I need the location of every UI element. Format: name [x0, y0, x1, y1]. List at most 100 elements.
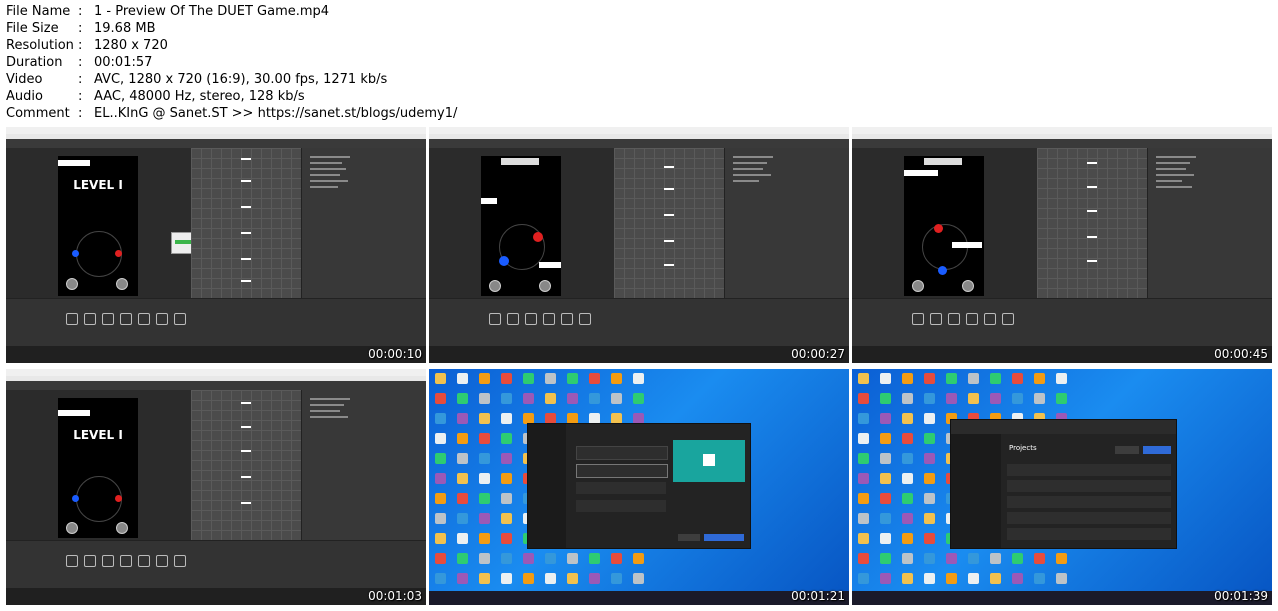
desktop-shortcut-icon[interactable]	[435, 413, 446, 424]
asset-icon[interactable]	[66, 313, 78, 325]
asset-icon[interactable]	[579, 313, 591, 325]
desktop-shortcut-icon[interactable]	[457, 573, 468, 584]
desktop-shortcut-icon[interactable]	[902, 553, 913, 564]
desktop-shortcut-icon[interactable]	[567, 373, 578, 384]
desktop-shortcut-icon[interactable]	[924, 513, 935, 524]
desktop-shortcut-icon[interactable]	[457, 553, 468, 564]
desktop-shortcut-icon[interactable]	[479, 473, 490, 484]
desktop-shortcut-icon[interactable]	[457, 473, 468, 484]
desktop-shortcut-icon[interactable]	[457, 373, 468, 384]
hierarchy-item[interactable]	[733, 168, 763, 170]
project-row[interactable]	[1007, 528, 1171, 540]
asset-icon[interactable]	[156, 313, 168, 325]
desktop-shortcut-icon[interactable]	[924, 493, 935, 504]
desktop-shortcut-icon[interactable]	[924, 573, 935, 584]
desktop-shortcut-icon[interactable]	[858, 453, 869, 464]
hierarchy-item[interactable]	[1156, 186, 1192, 188]
desktop-shortcut-icon[interactable]	[611, 373, 622, 384]
desktop-shortcut-icon[interactable]	[523, 393, 534, 404]
desktop-shortcut-icon[interactable]	[589, 393, 600, 404]
desktop-shortcut-icon[interactable]	[858, 553, 869, 564]
desktop-shortcut-icon[interactable]	[523, 573, 534, 584]
desktop-shortcut-icon[interactable]	[501, 533, 512, 544]
desktop-shortcut-icon[interactable]	[545, 373, 556, 384]
desktop-shortcut-icon[interactable]	[501, 553, 512, 564]
desktop-shortcut-icon[interactable]	[567, 553, 578, 564]
desktop-shortcut-icon[interactable]	[946, 393, 957, 404]
hierarchy-item[interactable]	[733, 162, 767, 164]
desktop-shortcut-icon[interactable]	[1056, 553, 1067, 564]
desktop-shortcut-icon[interactable]	[501, 573, 512, 584]
asset-icon[interactable]	[543, 313, 555, 325]
desktop-shortcut-icon[interactable]	[457, 533, 468, 544]
template-item[interactable]	[576, 500, 666, 512]
desktop-shortcut-icon[interactable]	[880, 453, 891, 464]
hierarchy-item[interactable]	[733, 156, 773, 158]
hierarchy-item[interactable]	[733, 174, 771, 176]
desktop-shortcut-icon[interactable]	[545, 553, 556, 564]
desktop-shortcut-icon[interactable]	[858, 413, 869, 424]
asset-icon[interactable]	[948, 313, 960, 325]
desktop-shortcut-icon[interactable]	[479, 533, 490, 544]
asset-icon[interactable]	[174, 555, 186, 567]
desktop-shortcut-icon[interactable]	[880, 413, 891, 424]
desktop-shortcut-icon[interactable]	[523, 373, 534, 384]
desktop-shortcut-icon[interactable]	[501, 493, 512, 504]
desktop-shortcut-icon[interactable]	[990, 553, 1001, 564]
desktop-shortcut-icon[interactable]	[633, 373, 644, 384]
asset-icon[interactable]	[1002, 313, 1014, 325]
desktop-shortcut-icon[interactable]	[479, 553, 490, 564]
desktop-shortcut-icon[interactable]	[435, 513, 446, 524]
right-control-icon[interactable]	[962, 280, 974, 292]
desktop-shortcut-icon[interactable]	[902, 453, 913, 464]
asset-icon[interactable]	[525, 313, 537, 325]
asset-icon[interactable]	[930, 313, 942, 325]
desktop-shortcut-icon[interactable]	[858, 393, 869, 404]
hierarchy-item[interactable]	[310, 162, 342, 164]
desktop-shortcut-icon[interactable]	[880, 373, 891, 384]
desktop-shortcut-icon[interactable]	[435, 433, 446, 444]
desktop-shortcut-icon[interactable]	[902, 573, 913, 584]
desktop-shortcut-icon[interactable]	[611, 573, 622, 584]
desktop-shortcut-icon[interactable]	[457, 513, 468, 524]
project-row[interactable]	[1007, 512, 1171, 524]
desktop-shortcut-icon[interactable]	[990, 373, 1001, 384]
desktop-shortcut-icon[interactable]	[1012, 573, 1023, 584]
desktop-shortcut-icon[interactable]	[924, 373, 935, 384]
desktop-shortcut-icon[interactable]	[435, 393, 446, 404]
desktop-shortcut-icon[interactable]	[902, 413, 913, 424]
desktop-shortcut-icon[interactable]	[501, 413, 512, 424]
desktop-shortcut-icon[interactable]	[479, 393, 490, 404]
hierarchy-item[interactable]	[310, 416, 348, 418]
desktop-shortcut-icon[interactable]	[1034, 393, 1045, 404]
desktop-shortcut-icon[interactable]	[457, 493, 468, 504]
desktop-shortcut-icon[interactable]	[1034, 553, 1045, 564]
desktop-shortcut-icon[interactable]	[968, 373, 979, 384]
desktop-shortcut-icon[interactable]	[457, 413, 468, 424]
desktop-shortcut-icon[interactable]	[858, 513, 869, 524]
desktop-shortcut-icon[interactable]	[858, 433, 869, 444]
hierarchy-item[interactable]	[310, 180, 348, 182]
hierarchy-item[interactable]	[310, 410, 340, 412]
left-control-icon[interactable]	[912, 280, 924, 292]
desktop-shortcut-icon[interactable]	[633, 553, 644, 564]
desktop-shortcut-icon[interactable]	[633, 393, 644, 404]
desktop-shortcut-icon[interactable]	[902, 393, 913, 404]
desktop-shortcut-icon[interactable]	[479, 513, 490, 524]
desktop-shortcut-icon[interactable]	[589, 373, 600, 384]
desktop-shortcut-icon[interactable]	[880, 493, 891, 504]
desktop-shortcut-icon[interactable]	[479, 433, 490, 444]
asset-icon[interactable]	[102, 313, 114, 325]
left-control-icon[interactable]	[489, 280, 501, 292]
desktop-shortcut-icon[interactable]	[858, 473, 869, 484]
new-project-button[interactable]	[1143, 446, 1171, 454]
asset-icon[interactable]	[966, 313, 978, 325]
desktop-shortcut-icon[interactable]	[435, 473, 446, 484]
hierarchy-item[interactable]	[310, 168, 346, 170]
desktop-shortcut-icon[interactable]	[990, 573, 1001, 584]
desktop-shortcut-icon[interactable]	[924, 393, 935, 404]
desktop-shortcut-icon[interactable]	[968, 553, 979, 564]
desktop-shortcut-icon[interactable]	[523, 553, 534, 564]
asset-icon[interactable]	[66, 555, 78, 567]
desktop-shortcut-icon[interactable]	[858, 573, 869, 584]
